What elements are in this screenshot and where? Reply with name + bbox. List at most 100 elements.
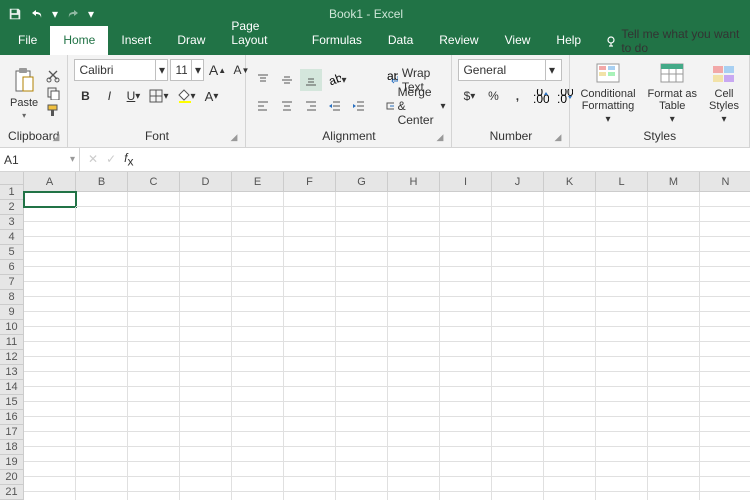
cell[interactable] xyxy=(492,282,544,297)
cell[interactable] xyxy=(336,447,388,462)
cell[interactable] xyxy=(648,462,700,477)
cell[interactable] xyxy=(128,222,180,237)
cell[interactable] xyxy=(700,237,750,252)
cell[interactable] xyxy=(284,387,336,402)
row-header[interactable]: 11 xyxy=(0,335,24,350)
cell[interactable] xyxy=(76,312,128,327)
tab-review[interactable]: Review xyxy=(426,26,491,55)
cell[interactable] xyxy=(440,447,492,462)
cell[interactable] xyxy=(596,477,648,492)
cell[interactable] xyxy=(388,387,440,402)
cell[interactable] xyxy=(284,222,336,237)
cell[interactable] xyxy=(180,402,232,417)
italic-button[interactable]: I xyxy=(98,85,120,107)
font-size-combo[interactable]: ▾ xyxy=(170,59,204,81)
cell[interactable] xyxy=(596,492,648,500)
cell[interactable] xyxy=(24,192,76,207)
cell[interactable] xyxy=(440,477,492,492)
cell[interactable] xyxy=(700,267,750,282)
cell[interactable] xyxy=(596,417,648,432)
cell[interactable] xyxy=(492,252,544,267)
cell[interactable] xyxy=(284,312,336,327)
cell[interactable] xyxy=(76,252,128,267)
cell[interactable] xyxy=(440,417,492,432)
cell[interactable] xyxy=(492,312,544,327)
cell[interactable] xyxy=(648,477,700,492)
cell[interactable] xyxy=(492,462,544,477)
cell[interactable] xyxy=(440,492,492,500)
cell[interactable] xyxy=(232,447,284,462)
row-header[interactable]: 19 xyxy=(0,455,24,470)
cell[interactable] xyxy=(128,252,180,267)
cell[interactable] xyxy=(648,327,700,342)
cell[interactable] xyxy=(24,282,76,297)
row-header[interactable]: 17 xyxy=(0,425,24,440)
col-header[interactable]: F xyxy=(284,172,336,192)
cell[interactable] xyxy=(388,207,440,222)
cell[interactable] xyxy=(492,432,544,447)
tab-page-layout[interactable]: Page Layout xyxy=(218,12,298,55)
conditional-formatting-button[interactable]: Conditional Formatting▾ xyxy=(576,62,639,125)
cell[interactable] xyxy=(440,357,492,372)
cell[interactable] xyxy=(24,447,76,462)
comma-button[interactable]: , xyxy=(506,85,528,107)
enter-icon[interactable]: ✓ xyxy=(106,152,116,166)
cell[interactable] xyxy=(180,327,232,342)
cell[interactable] xyxy=(336,252,388,267)
cell[interactable] xyxy=(700,357,750,372)
cell[interactable] xyxy=(544,327,596,342)
tell-me[interactable]: Tell me what you want to do xyxy=(594,27,750,55)
cell[interactable] xyxy=(492,402,544,417)
align-right-icon[interactable] xyxy=(300,95,322,117)
col-header[interactable]: D xyxy=(180,172,232,192)
cell[interactable] xyxy=(284,447,336,462)
cell-styles-button[interactable]: Cell Styles▾ xyxy=(705,62,743,125)
cell[interactable] xyxy=(648,237,700,252)
cell[interactable] xyxy=(24,387,76,402)
cell[interactable] xyxy=(128,282,180,297)
col-header[interactable]: E xyxy=(232,172,284,192)
cell[interactable] xyxy=(544,432,596,447)
cell[interactable] xyxy=(180,192,232,207)
format-painter-icon[interactable] xyxy=(46,103,60,117)
align-left-icon[interactable] xyxy=(252,95,274,117)
cell[interactable] xyxy=(388,492,440,500)
cell[interactable] xyxy=(388,357,440,372)
number-format-combo[interactable]: ▾ xyxy=(458,59,562,81)
cell[interactable] xyxy=(284,327,336,342)
cell[interactable] xyxy=(180,387,232,402)
cell[interactable] xyxy=(648,387,700,402)
cell[interactable] xyxy=(596,462,648,477)
spreadsheet-grid[interactable]: 123456789101112131415161718192021 ABCDEF… xyxy=(0,172,750,500)
cell[interactable] xyxy=(440,432,492,447)
cell[interactable] xyxy=(596,267,648,282)
cell[interactable] xyxy=(284,477,336,492)
tab-view[interactable]: View xyxy=(492,26,544,55)
cell[interactable] xyxy=(232,372,284,387)
cell[interactable] xyxy=(388,372,440,387)
tab-home[interactable]: Home xyxy=(50,26,108,55)
cell[interactable] xyxy=(284,417,336,432)
row-header[interactable]: 1 xyxy=(0,185,24,200)
cell[interactable] xyxy=(388,462,440,477)
cell[interactable] xyxy=(388,267,440,282)
col-header[interactable]: G xyxy=(336,172,388,192)
cell[interactable] xyxy=(24,357,76,372)
cell[interactable] xyxy=(492,372,544,387)
tab-file[interactable]: File xyxy=(5,26,50,55)
cell[interactable] xyxy=(180,357,232,372)
col-header[interactable]: B xyxy=(76,172,128,192)
cell[interactable] xyxy=(596,432,648,447)
cell[interactable] xyxy=(596,282,648,297)
cell[interactable] xyxy=(232,282,284,297)
cell[interactable] xyxy=(24,492,76,500)
cell[interactable] xyxy=(388,402,440,417)
cell[interactable] xyxy=(284,282,336,297)
cell[interactable] xyxy=(648,267,700,282)
cell[interactable] xyxy=(76,372,128,387)
align-center-icon[interactable] xyxy=(276,95,298,117)
cell[interactable] xyxy=(232,342,284,357)
cell[interactable] xyxy=(440,237,492,252)
cell[interactable] xyxy=(76,267,128,282)
cell[interactable] xyxy=(336,477,388,492)
